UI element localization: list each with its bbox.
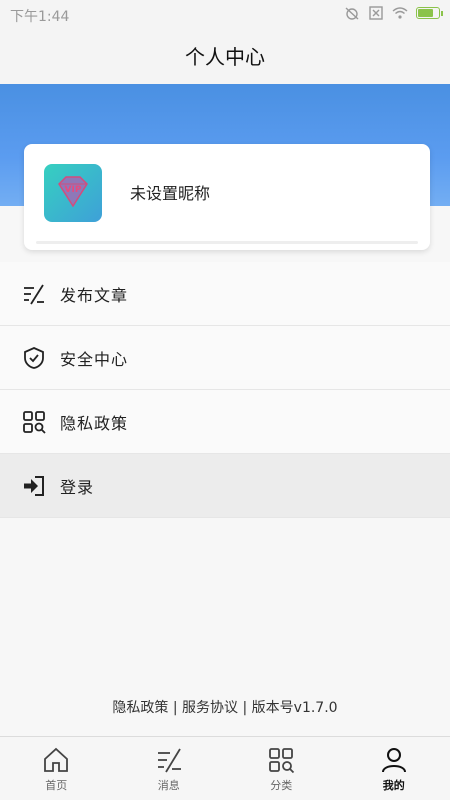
avatar[interactable]: VIP xyxy=(44,164,102,222)
status-icons xyxy=(344,6,443,20)
tab-mine[interactable]: 我的 xyxy=(338,737,450,800)
screen: 下午1:44 个人中心 VIP 未设置昵称 发布文章 安全中心 隐私政策 登录 … xyxy=(0,0,450,800)
bottom-nav: 首页 消息 分类 我的 xyxy=(0,736,450,800)
grid-search-icon xyxy=(23,410,46,434)
tab-label: 我的 xyxy=(382,779,405,792)
tab-label: 消息 xyxy=(157,779,180,792)
vip-diamond-icon: VIP xyxy=(58,176,88,208)
category-icon xyxy=(269,748,295,774)
login-icon xyxy=(24,475,44,496)
status-bar: 下午1:44 xyxy=(0,0,450,30)
vip-badge-text: VIP xyxy=(65,185,82,195)
tab-label: 首页 xyxy=(45,779,68,792)
menu-label: 安全中心 xyxy=(60,349,129,369)
home-icon xyxy=(44,747,69,772)
menu-label: 登录 xyxy=(60,477,95,497)
shield-check-icon xyxy=(24,346,44,369)
menu-list: 发布文章 安全中心 隐私政策 登录 xyxy=(0,262,450,518)
tab-home[interactable]: 首页 xyxy=(0,737,113,800)
wifi-icon xyxy=(392,7,408,19)
user-icon xyxy=(381,748,406,773)
status-time: 下午1:44 xyxy=(10,9,70,25)
menu-item-login[interactable]: 登录 xyxy=(0,454,450,518)
footer-links[interactable]: 隐私政策 | 服务协议 | 版本号v1.7.0 xyxy=(0,697,450,717)
menu-label: 发布文章 xyxy=(60,285,129,305)
sim-off-icon xyxy=(369,6,383,20)
alarm-off-icon xyxy=(345,7,359,20)
card-divider xyxy=(36,241,418,244)
menu-item-publish[interactable]: 发布文章 xyxy=(0,262,450,326)
menu-label: 隐私政策 xyxy=(60,413,129,433)
tab-label: 分类 xyxy=(270,779,293,792)
profile-card[interactable]: VIP 未设置昵称 xyxy=(24,144,430,250)
menu-item-security[interactable]: 安全中心 xyxy=(0,326,450,390)
tab-category[interactable]: 分类 xyxy=(225,737,338,800)
page-title: 个人中心 xyxy=(0,30,450,84)
message-icon xyxy=(157,748,181,773)
tab-messages[interactable]: 消息 xyxy=(113,737,226,800)
menu-item-privacy[interactable]: 隐私政策 xyxy=(0,390,450,454)
nickname[interactable]: 未设置昵称 xyxy=(130,180,210,204)
battery-icon xyxy=(416,7,443,19)
publish-icon xyxy=(24,284,44,304)
